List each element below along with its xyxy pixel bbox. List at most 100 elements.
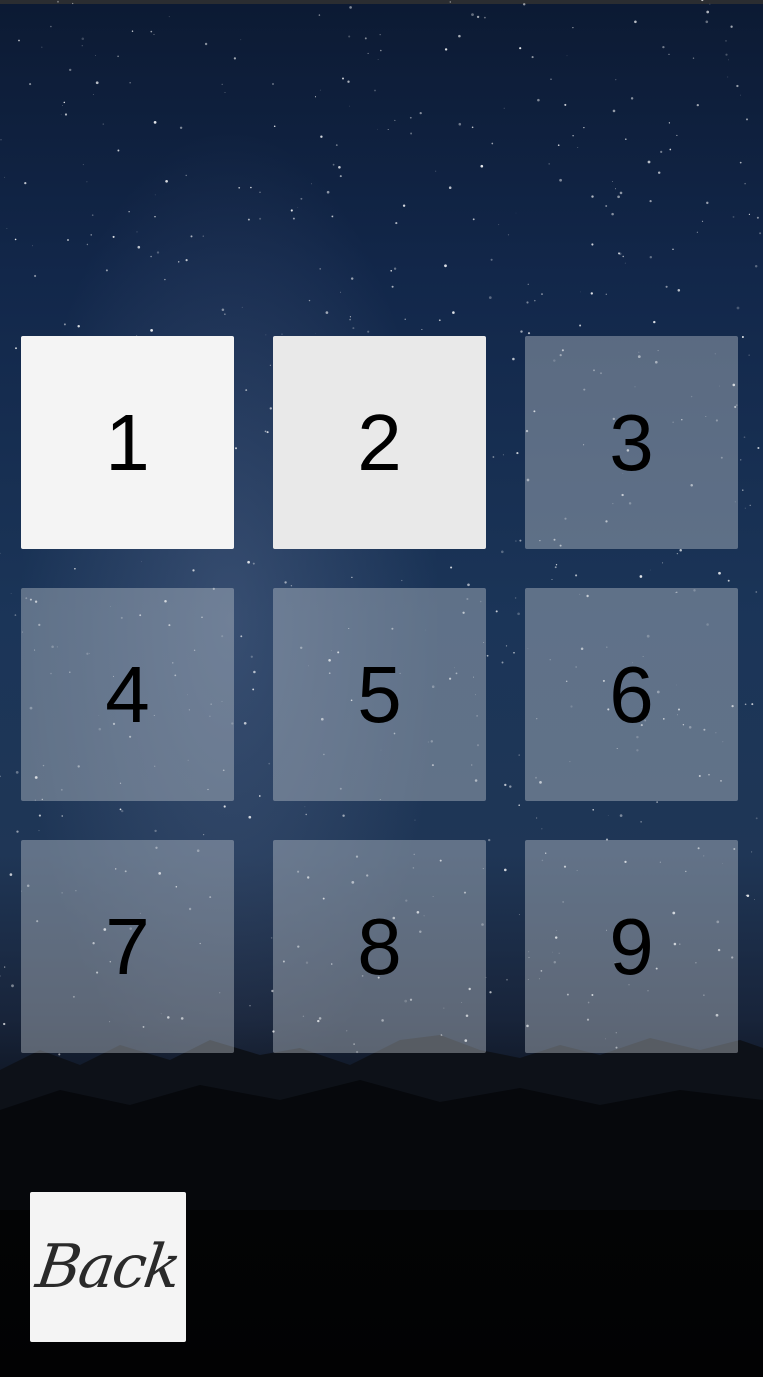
star	[112, 235, 115, 238]
star	[519, 539, 522, 542]
star	[739, 459, 742, 461]
star	[741, 336, 744, 338]
level-tile-7[interactable]: 7	[21, 840, 234, 1053]
star	[81, 37, 85, 40]
star	[238, 186, 241, 189]
star	[177, 261, 180, 263]
star	[402, 204, 406, 207]
level-number: 6	[609, 649, 654, 739]
star	[669, 148, 672, 151]
star	[619, 191, 623, 195]
star	[319, 268, 322, 270]
star	[335, 144, 338, 146]
level-tile-8[interactable]: 8	[273, 840, 486, 1053]
star	[727, 76, 729, 78]
star	[507, 234, 510, 236]
star	[483, 16, 486, 19]
star	[677, 289, 681, 292]
star	[518, 914, 520, 916]
star	[746, 118, 748, 121]
star	[662, 45, 665, 49]
star	[404, 318, 406, 320]
star	[535, 817, 538, 819]
star	[367, 330, 370, 333]
star	[516, 452, 519, 455]
star	[235, 447, 237, 450]
star	[537, 98, 540, 102]
star	[579, 324, 582, 327]
star	[15, 771, 19, 774]
star	[472, 218, 475, 221]
star	[154, 194, 156, 196]
level-tile-2[interactable]: 2	[273, 336, 486, 549]
star	[269, 407, 272, 410]
star	[62, 105, 63, 107]
star	[50, 25, 52, 28]
star	[15, 347, 17, 350]
star	[744, 507, 746, 509]
star	[91, 214, 94, 216]
star	[448, 186, 452, 189]
star	[60, 114, 62, 116]
star	[575, 574, 578, 577]
star	[81, 45, 83, 47]
level-number: 4	[105, 649, 150, 739]
star	[74, 567, 76, 570]
level-tile-3[interactable]: 3	[525, 336, 738, 549]
level-number: 9	[609, 901, 654, 991]
star	[605, 293, 607, 295]
star	[240, 39, 242, 41]
star	[619, 814, 623, 817]
star	[414, 819, 416, 821]
level-tile-9[interactable]: 9	[525, 840, 738, 1053]
star	[739, 161, 742, 164]
star	[559, 178, 562, 182]
star	[300, 197, 303, 200]
star	[730, 25, 733, 28]
star	[755, 591, 758, 593]
star	[61, 815, 63, 817]
level-tile-1[interactable]: 1	[21, 336, 234, 549]
star	[615, 79, 617, 81]
star	[618, 252, 620, 255]
star	[409, 116, 412, 119]
star	[272, 83, 274, 85]
star	[128, 211, 130, 213]
star	[243, 721, 247, 725]
star	[165, 179, 168, 183]
star	[450, 566, 453, 569]
star	[421, 329, 423, 330]
star	[612, 109, 616, 113]
star	[657, 171, 661, 174]
star	[190, 235, 193, 238]
star	[676, 552, 679, 555]
star	[379, 34, 381, 36]
star	[410, 132, 413, 135]
star	[605, 205, 608, 207]
star	[696, 103, 699, 107]
star	[534, 299, 536, 302]
star	[67, 239, 69, 241]
star	[164, 278, 166, 281]
level-tile-4[interactable]: 4	[21, 588, 234, 801]
star	[266, 431, 269, 434]
star	[14, 614, 17, 616]
star	[522, 3, 526, 6]
level-number: 8	[357, 901, 402, 991]
star	[247, 560, 250, 564]
star	[515, 540, 517, 542]
star	[401, 579, 403, 582]
level-tile-6[interactable]: 6	[525, 588, 738, 801]
star	[10, 593, 12, 594]
star	[117, 55, 119, 58]
back-button[interactable]: Back	[30, 1192, 186, 1342]
star	[250, 655, 253, 658]
star	[240, 635, 243, 638]
star	[706, 10, 710, 14]
level-tile-5[interactable]: 5	[273, 588, 486, 801]
star	[259, 191, 261, 193]
star	[753, 899, 755, 900]
star	[72, 2, 74, 5]
star	[105, 269, 108, 272]
star	[504, 868, 507, 872]
